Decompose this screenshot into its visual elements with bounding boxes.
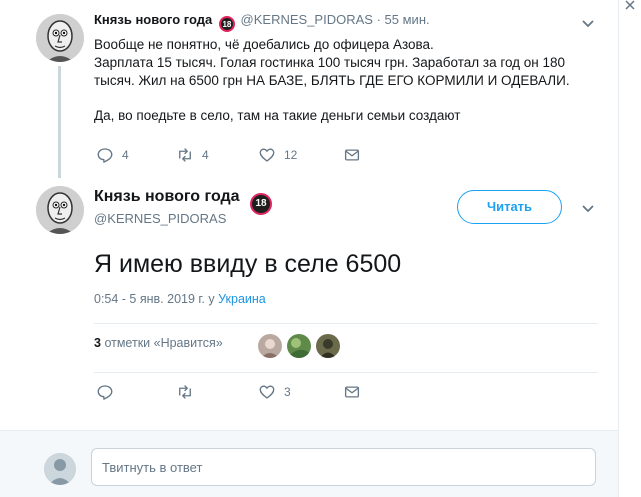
header-separator: ·: [376, 12, 381, 27]
avatar-caricature-icon: [36, 186, 84, 234]
current-user-avatar: [44, 453, 76, 485]
parent-tweet[interactable]: Князь нового года 18 @KERNES_PIDORAS · 5…: [0, 0, 618, 178]
parent-text-line: Да, во поедьте в село, там на такие день…: [94, 108, 461, 123]
reply-composer: [0, 430, 618, 497]
main-avatar[interactable]: [36, 186, 84, 234]
like-count: 12: [284, 148, 298, 162]
tweet-timestamp[interactable]: 0:54 - 5 янв. 2019 г.: [94, 292, 205, 306]
likers-avatars: [258, 334, 345, 358]
liker-photo-icon: [316, 334, 340, 358]
likes-count: 3: [94, 336, 101, 350]
follow-button[interactable]: Читать: [457, 190, 562, 224]
reply-icon: [97, 148, 113, 163]
parent-text-line: Вообще не понятно, чё доебались до офице…: [94, 37, 434, 52]
parent-tweet-header: Князь нового года 18 @KERNES_PIDORAS · 5…: [94, 12, 430, 32]
liker-avatar[interactable]: [258, 334, 282, 358]
tweet-location-link[interactable]: Украина: [218, 292, 266, 306]
thread-connector-line: [58, 66, 61, 178]
parent-timestamp[interactable]: 55 мин.: [385, 12, 430, 27]
parent-text-line: Зарплата 15 тысяч. Голая гостинка 100 ты…: [94, 55, 566, 70]
parent-text-line: тысяч. Жил на 6500 грн НА БАЗЕ, БЛЯТЬ ГД…: [94, 73, 570, 88]
sidebar-edge: [618, 0, 641, 497]
default-user-icon: [44, 453, 76, 485]
tweet-permalink-page: Князь нового года 18 @KERNES_PIDORAS · 5…: [0, 0, 641, 497]
parent-action-bar: 4 4 12: [96, 146, 361, 164]
close-icon[interactable]: [625, 0, 635, 10]
chevron-down-icon[interactable]: [581, 19, 595, 29]
envelope-icon: [344, 386, 360, 398]
avatar-caricature-icon: [36, 14, 84, 62]
main-action-bar: 3: [96, 383, 361, 401]
tweet-meta: 0:54 - 5 янв. 2019 г. у Украина: [94, 292, 266, 306]
like-button[interactable]: 3: [258, 383, 343, 401]
main-tweet-text: Я имею ввиду в селе 6500: [94, 250, 402, 278]
reply-button[interactable]: [96, 383, 176, 401]
location-prefix: у: [208, 292, 215, 306]
retweet-count: 4: [202, 148, 209, 162]
main-handle[interactable]: @KERNES_PIDORAS: [94, 211, 226, 226]
direct-message-button[interactable]: [343, 146, 361, 164]
direct-message-button[interactable]: [343, 383, 361, 401]
like-button[interactable]: 12: [258, 146, 343, 164]
liker-avatar[interactable]: [287, 334, 311, 358]
age-18-badge-icon: 18: [218, 16, 235, 32]
heart-icon: [259, 148, 275, 162]
retweet-button[interactable]: [176, 383, 258, 401]
main-tweet: Князь нового года 18 @KERNES_PIDORAS Чит…: [0, 174, 618, 430]
divider: [94, 323, 598, 324]
parent-avatar[interactable]: [36, 14, 84, 62]
retweet-icon: [179, 148, 191, 162]
likes-label: отметки «Нравится»: [104, 336, 223, 350]
liker-photo-icon: [258, 334, 282, 358]
envelope-icon: [344, 149, 360, 161]
retweet-button[interactable]: 4: [176, 146, 258, 164]
reply-count: 4: [122, 148, 129, 162]
parent-tweet-text: Вообще не понятно, чё доебались до офице…: [94, 36, 604, 125]
parent-display-name[interactable]: Князь нового года: [94, 12, 212, 27]
liker-photo-icon: [287, 334, 311, 358]
parent-handle[interactable]: @KERNES_PIDORAS: [241, 12, 373, 27]
heart-icon: [259, 385, 275, 399]
age-18-badge-icon: 18: [250, 193, 273, 215]
retweet-icon: [179, 385, 191, 399]
reply-button[interactable]: 4: [96, 146, 176, 164]
chevron-down-icon[interactable]: [581, 204, 595, 214]
like-count: 3: [284, 385, 291, 399]
divider: [94, 372, 598, 373]
likes-summary[interactable]: 3 отметки «Нравится»: [94, 336, 223, 350]
reply-icon: [97, 385, 113, 400]
main-display-name[interactable]: Князь нового года: [94, 188, 240, 205]
liker-avatar[interactable]: [316, 334, 340, 358]
reply-input[interactable]: [91, 448, 596, 486]
